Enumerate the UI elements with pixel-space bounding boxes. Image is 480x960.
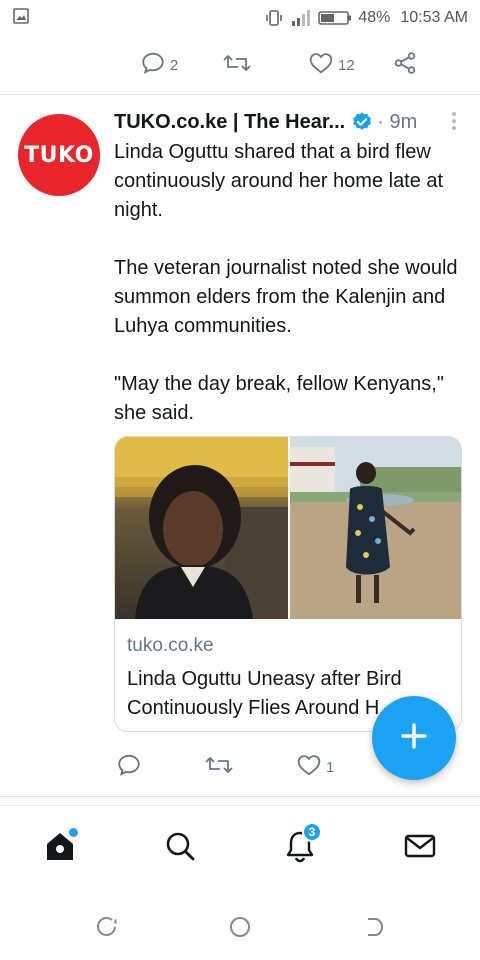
clock: 10:53 AM xyxy=(400,9,468,26)
card-image-outdoor xyxy=(290,437,461,619)
tweet-divider xyxy=(0,94,480,95)
avatar-logo-text: TUKO xyxy=(24,142,94,168)
reply-icon xyxy=(116,752,142,782)
retweet-button[interactable] xyxy=(204,752,234,782)
system-navigation-bar xyxy=(0,900,480,960)
previous-tweet-actions: 2 12 xyxy=(0,44,480,84)
status-bar: 48% 10:53 AM xyxy=(0,0,480,36)
gallery-notification-icon xyxy=(12,7,30,30)
nav-home[interactable] xyxy=(40,828,80,868)
tweet-timestamp: · 9m xyxy=(377,110,418,133)
retweet-button[interactable] xyxy=(222,50,252,80)
recent-apps-icon xyxy=(95,915,119,944)
vibrate-icon xyxy=(264,8,284,28)
like-button[interactable]: 12 xyxy=(308,50,355,80)
heart-icon xyxy=(296,752,322,782)
verified-badge-icon xyxy=(351,111,373,133)
card-image-collage xyxy=(115,437,461,619)
battery-percent: 48% xyxy=(358,9,391,26)
recent-apps-button[interactable] xyxy=(92,914,122,944)
share-button[interactable] xyxy=(392,50,418,80)
like-count: 12 xyxy=(338,56,355,74)
nav-messages[interactable] xyxy=(400,828,440,868)
tweet-paragraph: The veteran journalist noted she would s… xyxy=(114,257,458,337)
plus-icon xyxy=(399,721,429,756)
search-icon xyxy=(163,829,197,868)
tweet-text: Linda Oguttu shared that a bird flew con… xyxy=(114,138,466,457)
avatar[interactable]: TUKO xyxy=(18,114,100,196)
tweet-divider xyxy=(0,796,480,797)
reply-button[interactable] xyxy=(116,752,142,782)
card-domain: tuko.co.ke xyxy=(127,635,214,656)
nav-notifications[interactable]: 3 xyxy=(280,822,322,868)
link-preview-card[interactable]: tuko.co.ke Linda Oguttu Uneasy after Bir… xyxy=(114,436,462,732)
battery-icon xyxy=(318,9,352,27)
mail-icon xyxy=(403,829,437,868)
author-name[interactable]: TUKO.co.ke | The Hear... xyxy=(114,111,345,134)
compose-tweet-button[interactable] xyxy=(372,696,456,780)
like-button[interactable]: 1 xyxy=(296,752,334,782)
tweet-paragraph: Linda Oguttu shared that a bird flew con… xyxy=(114,141,444,221)
tweet-paragraph: "May the day break, fellow Kenyans," she… xyxy=(114,373,444,424)
home-unread-dot xyxy=(69,828,78,837)
reply-count: 2 xyxy=(170,56,179,74)
heart-icon xyxy=(308,50,334,80)
notifications-badge: 3 xyxy=(302,822,322,842)
tweet-header: TUKO.co.ke | The Hear... · 9m xyxy=(114,108,464,136)
reply-icon xyxy=(140,50,166,80)
like-count: 1 xyxy=(326,758,335,776)
reply-button[interactable]: 2 xyxy=(140,50,178,80)
nav-search[interactable] xyxy=(160,828,200,868)
retweet-icon xyxy=(204,752,234,782)
card-image-portrait xyxy=(115,437,288,619)
retweet-icon xyxy=(222,50,252,80)
share-icon xyxy=(392,50,418,80)
home-system-button[interactable] xyxy=(225,914,255,944)
back-button[interactable] xyxy=(358,914,388,944)
bottom-navigation: 3 xyxy=(0,805,480,891)
signal-icon xyxy=(290,9,312,27)
more-options-icon[interactable] xyxy=(452,112,456,130)
back-icon xyxy=(361,915,385,944)
circle-home-icon xyxy=(228,915,252,944)
